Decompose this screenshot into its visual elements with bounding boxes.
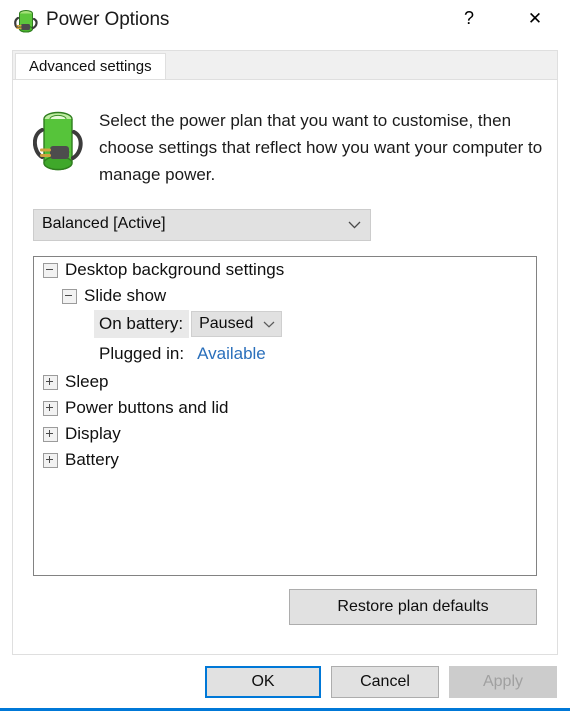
restore-plan-defaults-button[interactable]: Restore plan defaults <box>289 589 537 625</box>
settings-tree: Desktop background settings Slide show O… <box>34 257 536 473</box>
question-mark-icon: ? <box>463 8 474 28</box>
apply-button: Apply <box>449 666 557 698</box>
expand-plus-icon[interactable] <box>43 374 58 390</box>
help-button[interactable]: ? <box>446 2 492 34</box>
collapse-minus-icon[interactable] <box>62 288 77 304</box>
setting-row-plugged-in: Plugged in: Available <box>34 339 536 369</box>
ok-button[interactable]: OK <box>205 666 321 698</box>
power-plan-battery-plug-icon <box>14 10 38 33</box>
tree-node-label: Battery <box>65 450 119 469</box>
tree-node-slide-show[interactable]: Slide show <box>34 283 536 309</box>
tree-node-display[interactable]: Display <box>34 421 536 447</box>
close-icon: ✕ <box>527 8 543 28</box>
tree-node-power-buttons-and-lid[interactable]: Power buttons and lid <box>34 395 536 421</box>
on-battery-selected-value: Paused <box>199 315 254 332</box>
setting-label-plugged-in: Plugged in: <box>99 344 185 363</box>
dialog-description: Select the power plan that you want to c… <box>99 111 543 184</box>
tree-node-label: Display <box>65 424 121 443</box>
tab-strip: Advanced settings <box>12 50 558 82</box>
tree-node-label: Power buttons and lid <box>65 398 229 417</box>
power-plan-selected-value: Balanced [Active] <box>42 215 166 232</box>
power-options-dialog: Power Options ? ✕ Advanced settings Sele… <box>0 0 570 711</box>
ok-label: OK <box>251 673 275 690</box>
tree-node-label: Sleep <box>65 372 109 391</box>
collapse-minus-icon[interactable] <box>43 262 58 278</box>
title-bar: Power Options ? ✕ <box>0 0 570 44</box>
close-button[interactable]: ✕ <box>512 2 558 34</box>
setting-row-on-battery: On battery: Paused <box>34 309 536 339</box>
plugged-in-value-link[interactable]: Available <box>197 344 266 364</box>
chevron-down-icon <box>348 221 361 229</box>
tab-advanced-settings[interactable]: Advanced settings <box>15 53 166 82</box>
battery-with-power-plug-icon <box>33 111 83 171</box>
restore-plan-defaults-label: Restore plan defaults <box>337 598 489 615</box>
cancel-button[interactable]: Cancel <box>331 666 439 698</box>
tree-node-label: Desktop background settings <box>65 260 285 279</box>
tree-node-sleep[interactable]: Sleep <box>34 369 536 395</box>
tree-node-battery[interactable]: Battery <box>34 447 536 473</box>
advanced-settings-listbox[interactable]: Desktop background settings Slide show O… <box>33 256 537 576</box>
window-title: Power Options <box>46 9 170 30</box>
setting-label-on-battery: On battery: <box>94 310 190 338</box>
on-battery-dropdown[interactable]: Paused <box>191 311 283 337</box>
tree-node-label: Slide show <box>84 286 167 305</box>
expand-plus-icon[interactable] <box>43 426 58 442</box>
chevron-down-icon <box>263 321 275 328</box>
tab-label: Advanced settings <box>29 58 152 75</box>
expand-plus-icon[interactable] <box>43 452 58 468</box>
expand-plus-icon[interactable] <box>43 400 58 416</box>
tree-node-desktop-background-settings[interactable]: Desktop background settings <box>34 257 536 283</box>
cancel-label: Cancel <box>360 673 410 690</box>
apply-label: Apply <box>482 673 524 690</box>
power-plan-dropdown[interactable]: Balanced [Active] <box>33 209 371 241</box>
